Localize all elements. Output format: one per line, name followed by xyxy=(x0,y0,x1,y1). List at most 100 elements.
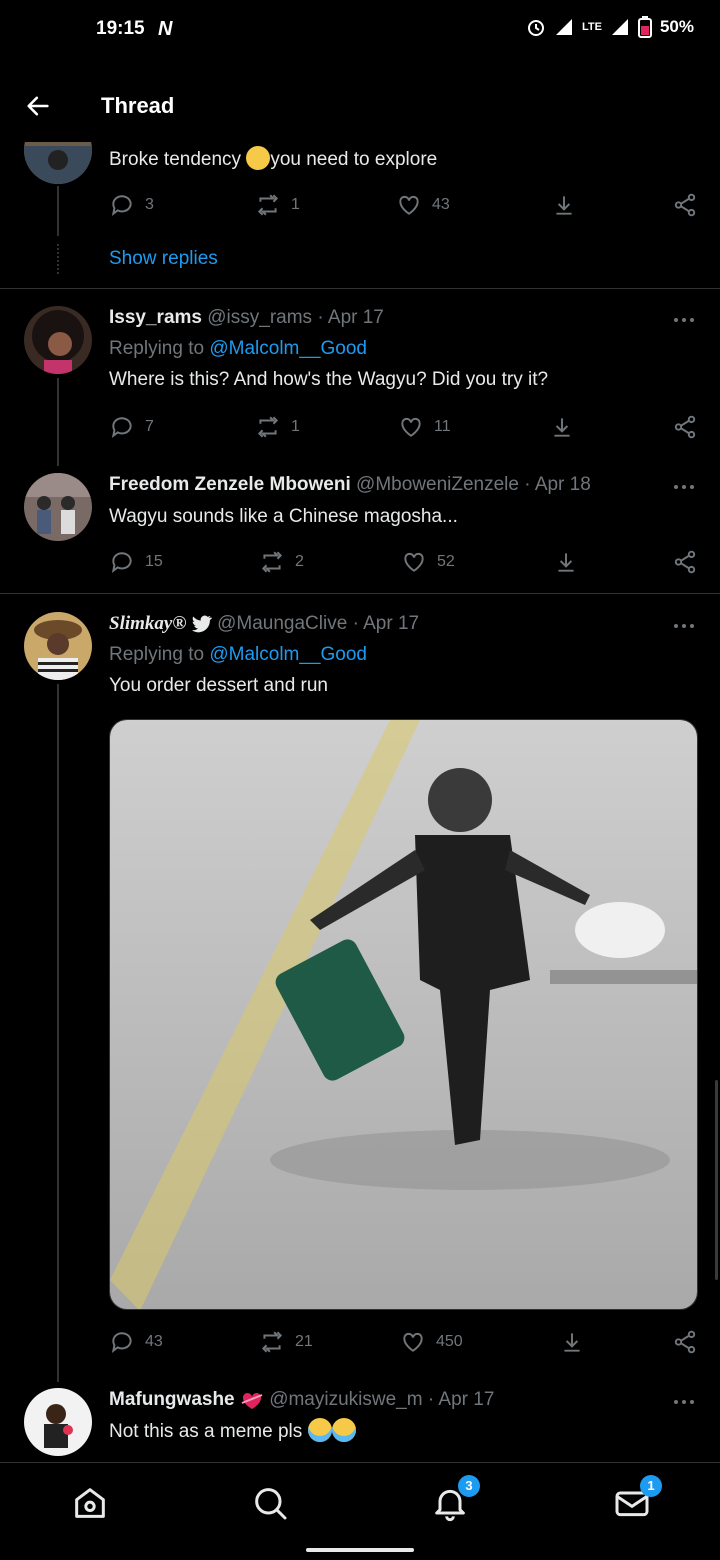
network-type: LTE xyxy=(582,21,602,33)
display-name[interactable]: Freedom Zenzele Mboweni xyxy=(109,474,351,495)
heart-icon xyxy=(403,1332,423,1352)
display-name[interactable]: Issy_rams xyxy=(109,307,202,328)
nav-notifications[interactable]: 3 xyxy=(430,1475,480,1523)
reply-count: 7 xyxy=(145,418,154,435)
thread-line xyxy=(57,684,59,1382)
like-button[interactable]: 11 xyxy=(398,414,451,440)
handle[interactable]: @issy_rams xyxy=(207,307,312,328)
grinning-emoji-icon xyxy=(246,146,271,170)
retweet-button[interactable]: 1 xyxy=(255,414,300,440)
download-button[interactable] xyxy=(551,192,577,218)
avatar[interactable] xyxy=(24,306,92,374)
heart-icon xyxy=(404,552,424,572)
retweet-icon xyxy=(261,551,283,573)
reply-button[interactable]: 15 xyxy=(109,549,163,575)
mention-link[interactable]: @Malcolm__Good xyxy=(209,644,367,665)
home-icon xyxy=(75,1488,105,1518)
like-button[interactable]: 43 xyxy=(396,192,450,218)
handle[interactable]: @MboweniZenzele xyxy=(356,474,519,495)
tweet-header: Slimkay® @MaungaClive · Apr 17 xyxy=(109,613,419,635)
share-button[interactable] xyxy=(672,549,698,575)
display-name[interactable]: Slimkay® xyxy=(109,613,187,634)
download-button[interactable] xyxy=(549,414,575,440)
reply-button[interactable]: 7 xyxy=(109,414,154,440)
reply-count: 43 xyxy=(145,1333,163,1350)
retweet-icon xyxy=(257,194,279,216)
tweet-image[interactable] xyxy=(109,719,698,1310)
carrier-icon: N xyxy=(158,18,173,40)
thread-dotted-line xyxy=(57,244,59,274)
handle[interactable]: @mayizukiswe_m xyxy=(269,1389,422,1410)
alarm-icon xyxy=(528,20,544,36)
separator-dot: · xyxy=(524,474,531,495)
like-count: 52 xyxy=(437,553,455,570)
signal-icon-2 xyxy=(611,19,628,35)
retweet-button[interactable]: 1 xyxy=(255,192,300,218)
share-button[interactable] xyxy=(672,192,698,218)
tweet-text: Where is this? And how's the Wagyu? Did … xyxy=(109,369,549,390)
tweet-date[interactable]: Apr 17 xyxy=(363,613,419,634)
share-button[interactable] xyxy=(672,1329,698,1355)
like-button[interactable]: 52 xyxy=(401,549,455,575)
like-count: 450 xyxy=(436,1333,463,1350)
handle[interactable]: @MaungaClive xyxy=(217,613,347,634)
more-options-icon[interactable] xyxy=(672,622,696,630)
reply-icon xyxy=(111,552,132,573)
mention-link[interactable]: @Malcolm__Good xyxy=(209,338,367,359)
nav-messages[interactable]: 1 xyxy=(612,1475,662,1523)
download-icon xyxy=(558,553,574,572)
separator-dot: · xyxy=(427,1389,435,1411)
media-photo xyxy=(110,720,697,1309)
reply-count: 15 xyxy=(145,553,163,570)
tweet-header: Freedom Zenzele Mboweni @MboweniZenzele … xyxy=(109,474,591,496)
more-options-icon[interactable] xyxy=(672,316,696,324)
tweet-text: Wagyu sounds like a Chinese magosha... xyxy=(109,506,458,527)
like-button[interactable]: 450 xyxy=(400,1329,463,1355)
thread-line xyxy=(57,378,59,466)
nav-search[interactable] xyxy=(250,1483,290,1523)
separator-dot: · xyxy=(317,307,324,328)
avatar[interactable] xyxy=(24,612,92,680)
battery-percent: 50% xyxy=(659,17,694,36)
avatar[interactable] xyxy=(24,1388,92,1456)
more-options-icon[interactable] xyxy=(672,1398,696,1406)
home-indicator[interactable] xyxy=(306,1548,414,1552)
retweet-button[interactable]: 21 xyxy=(259,1329,313,1355)
share-icon xyxy=(674,415,696,439)
download-button[interactable] xyxy=(553,549,579,575)
scrollbar[interactable] xyxy=(715,1080,718,1280)
avatar[interactable] xyxy=(24,473,92,541)
replying-to: Replying to @Malcolm__Good xyxy=(109,644,367,665)
bottom-navigation: 3 1 xyxy=(0,1462,720,1560)
share-button[interactable] xyxy=(672,414,698,440)
more-options-icon[interactable] xyxy=(672,483,696,491)
like-count: 43 xyxy=(432,196,450,213)
download-button[interactable] xyxy=(559,1329,585,1355)
reply-icon xyxy=(111,417,132,438)
reply-button[interactable]: 43 xyxy=(109,1329,163,1355)
retweet-count: 2 xyxy=(295,553,304,570)
retweet-button[interactable]: 2 xyxy=(259,549,304,575)
display-name[interactable]: Mafungwashe xyxy=(109,1389,235,1410)
back-arrow-icon[interactable] xyxy=(24,92,52,120)
retweet-count: 1 xyxy=(291,418,300,435)
share-icon xyxy=(674,550,696,574)
replying-to: Replying to @Malcolm__Good xyxy=(109,338,367,359)
tweet-date[interactable]: Apr 18 xyxy=(535,474,591,495)
twitter-bird-icon xyxy=(191,615,212,633)
divider xyxy=(0,288,720,289)
status-time: 19:15 xyxy=(96,18,145,39)
signal-icon xyxy=(556,19,572,35)
tweet-date[interactable]: Apr 17 xyxy=(328,307,384,328)
download-icon xyxy=(564,1333,580,1352)
status-right: LTE 50% xyxy=(526,16,694,38)
nav-home[interactable] xyxy=(70,1483,110,1523)
status-bar: 19:15 N LTE 50% xyxy=(0,0,720,60)
reply-icon xyxy=(111,195,132,216)
retweet-count: 21 xyxy=(295,1333,313,1350)
show-replies-link[interactable]: Show replies xyxy=(109,248,218,270)
reply-icon xyxy=(111,1332,132,1353)
tweet-date[interactable]: Apr 17 xyxy=(438,1389,494,1410)
crying-emoji-icon xyxy=(307,1418,332,1442)
reply-button[interactable]: 3 xyxy=(109,192,154,218)
